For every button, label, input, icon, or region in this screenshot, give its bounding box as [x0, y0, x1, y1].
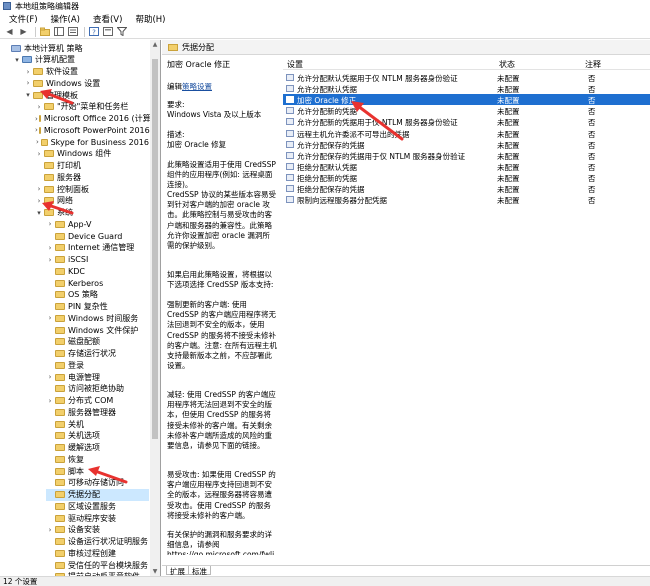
arrow-icon	[351, 101, 404, 141]
arrow-icon	[88, 466, 128, 484]
arrow-icon	[42, 201, 74, 215]
annotation-arrows	[40, 89, 404, 484]
arrow-icon	[40, 89, 74, 105]
